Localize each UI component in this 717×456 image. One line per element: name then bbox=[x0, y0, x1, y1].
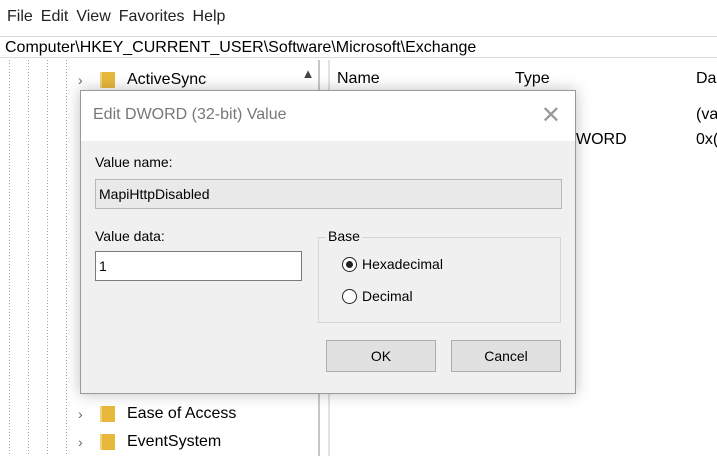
tree-item-activesync[interactable]: › ActiveSync bbox=[78, 68, 206, 92]
chevron-right-icon[interactable]: › bbox=[78, 434, 94, 450]
list-cell-type[interactable]: WORD bbox=[576, 131, 627, 149]
list-cell-data[interactable]: (va bbox=[696, 106, 717, 124]
chevron-right-icon[interactable]: › bbox=[78, 406, 94, 422]
radio-selected-icon[interactable] bbox=[342, 256, 357, 272]
tree-guide-line bbox=[66, 60, 67, 456]
column-header-type[interactable]: Type bbox=[515, 70, 550, 88]
value-name-label: Value name: bbox=[95, 154, 173, 170]
tree-item-ease-of-access[interactable]: › Ease of Access bbox=[78, 402, 236, 426]
tree-item-eventsystem[interactable]: › EventSystem bbox=[78, 430, 221, 454]
folder-icon bbox=[100, 72, 115, 88]
radio-decimal[interactable]: Decimal bbox=[342, 288, 413, 304]
cancel-button[interactable]: Cancel bbox=[451, 340, 561, 372]
menu-edit[interactable]: Edit bbox=[41, 8, 69, 26]
value-name-field[interactable]: MapiHttpDisabled bbox=[95, 179, 562, 209]
radio-hexadecimal[interactable]: Hexadecimal bbox=[342, 256, 443, 272]
scroll-up-arrow-icon[interactable]: ▲ bbox=[297, 62, 319, 84]
menu-favorites[interactable]: Favorites bbox=[119, 8, 185, 26]
list-cell-data[interactable]: 0x( bbox=[696, 131, 717, 149]
column-header-data[interactable]: Da bbox=[696, 70, 716, 88]
column-header-name[interactable]: Name bbox=[337, 70, 380, 88]
menu-view[interactable]: View bbox=[76, 8, 110, 26]
menu-bar: File Edit View Favorites Help bbox=[0, 0, 717, 34]
base-groupbox bbox=[318, 237, 561, 323]
radio-label: Hexadecimal bbox=[362, 256, 443, 272]
ok-button[interactable]: OK bbox=[326, 340, 436, 372]
base-group-label: Base bbox=[326, 228, 362, 244]
chevron-right-icon[interactable]: › bbox=[78, 72, 94, 88]
tree-guide-line bbox=[28, 60, 29, 456]
tree-guide-line bbox=[47, 60, 48, 456]
value-data-input[interactable]: 1 bbox=[95, 251, 302, 281]
address-bar[interactable]: Computer\HKEY_CURRENT_USER\Software\Micr… bbox=[0, 36, 717, 58]
dialog-title: Edit DWORD (32-bit) Value bbox=[93, 106, 287, 123]
menu-file[interactable]: File bbox=[7, 8, 33, 26]
dialog-title-bar[interactable]: Edit DWORD (32-bit) Value ✕ bbox=[81, 91, 575, 141]
radio-label: Decimal bbox=[362, 288, 413, 304]
folder-icon bbox=[100, 406, 115, 422]
tree-item-label: EventSystem bbox=[127, 433, 222, 450]
radio-unselected-icon[interactable] bbox=[342, 288, 357, 304]
tree-item-label: ActiveSync bbox=[127, 71, 207, 88]
menu-help[interactable]: Help bbox=[193, 8, 226, 26]
edit-dword-dialog: Edit DWORD (32-bit) Value ✕ Value name: … bbox=[80, 90, 576, 394]
folder-icon bbox=[100, 434, 115, 450]
tree-guide-line bbox=[9, 60, 10, 456]
list-header: Name Type Da bbox=[331, 60, 717, 90]
tree-item-label: Ease of Access bbox=[127, 405, 237, 422]
value-data-label: Value data: bbox=[95, 228, 165, 244]
close-icon[interactable]: ✕ bbox=[541, 101, 561, 130]
